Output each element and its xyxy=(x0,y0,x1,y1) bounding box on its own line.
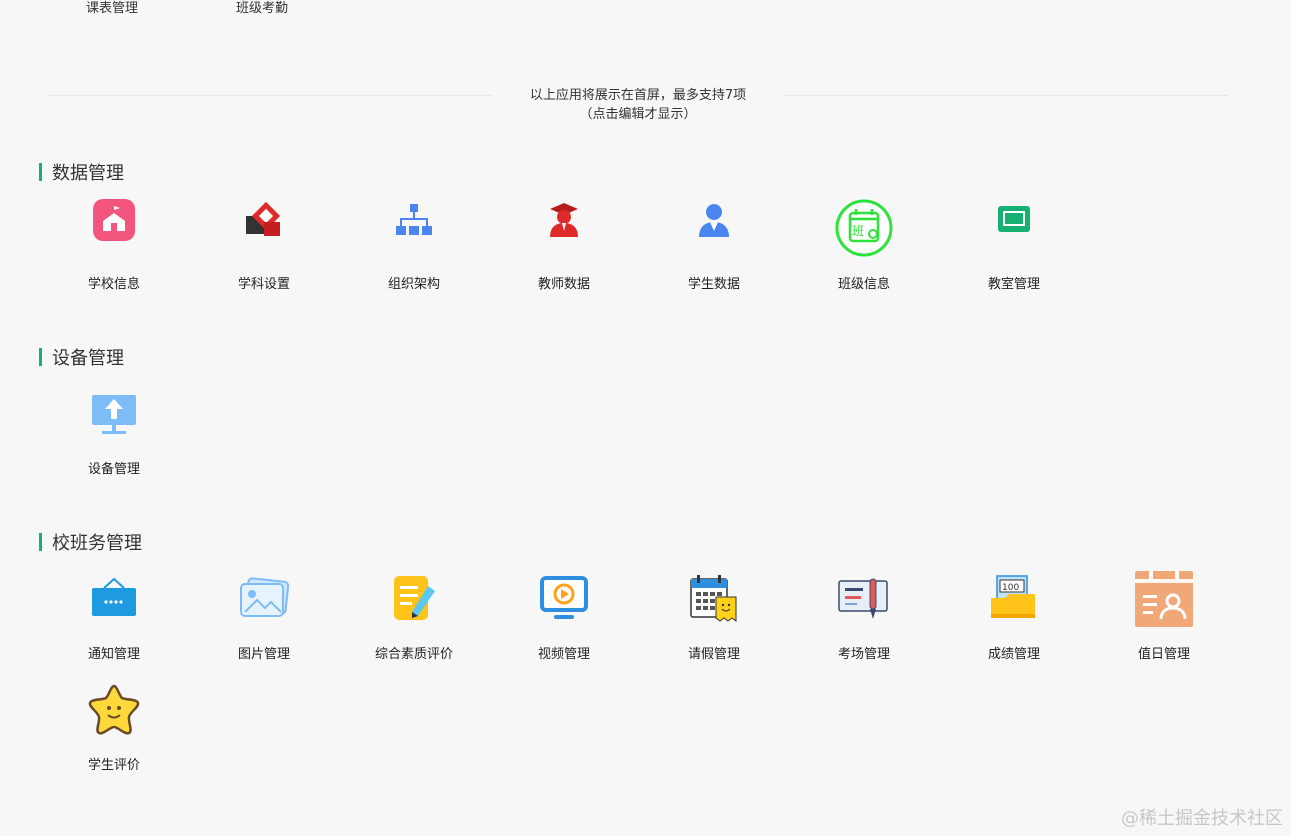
app-duty-management[interactable]: 值日管理 xyxy=(1089,568,1239,664)
app-label: 值日管理 xyxy=(1137,647,1190,662)
app-classroom-management[interactable]: 教室管理 xyxy=(939,190,1089,300)
svg-text:100: 100 xyxy=(1002,583,1019,593)
app-label: 视频管理 xyxy=(537,647,590,662)
app-score-management[interactable]: 100 成绩管理 xyxy=(939,568,1089,664)
app-student-data[interactable]: 学生数据 xyxy=(639,190,789,300)
app-label: 学生数据 xyxy=(687,277,740,292)
exam-card-icon xyxy=(834,568,894,628)
class-badge-icon: 班 xyxy=(834,198,894,258)
app-notice-management[interactable]: 通知管理 xyxy=(39,568,189,664)
student-icon xyxy=(684,190,744,250)
app-student-evaluation[interactable]: 学生评价 xyxy=(39,679,189,775)
score-folder-icon: 100 xyxy=(984,568,1044,628)
app-label: 组织架构 xyxy=(387,277,440,292)
app-label: 学生评价 xyxy=(87,758,140,773)
app-label: 教室管理 xyxy=(987,277,1040,292)
section-marker xyxy=(39,533,42,551)
app-label: 成绩管理 xyxy=(987,647,1040,662)
app-label-class-attendance[interactable]: 班级考勤 xyxy=(236,0,288,16)
app-device-management[interactable]: 设备管理 xyxy=(39,385,189,485)
notice-line-1: 以上应用将展示在首屏，最多支持7项 xyxy=(529,88,747,103)
app-class-info[interactable]: 班 班级信息 xyxy=(789,190,939,300)
subject-icon xyxy=(234,190,294,250)
section-title-text: 数据管理 xyxy=(52,163,124,184)
app-label-schedule[interactable]: 课表管理 xyxy=(86,0,138,16)
note-pencil-icon xyxy=(384,568,444,628)
app-leave-management[interactable]: 请假管理 xyxy=(639,568,789,664)
section-title-device: 设备管理 xyxy=(39,344,124,370)
duty-calendar-icon xyxy=(1134,568,1194,628)
org-chart-icon xyxy=(384,190,444,250)
app-label: 班级信息 xyxy=(837,277,890,292)
section-title-text: 校班务管理 xyxy=(52,533,142,554)
app-subject-settings[interactable]: 学科设置 xyxy=(189,190,339,300)
video-monitor-icon xyxy=(534,568,594,628)
divider-right xyxy=(785,95,1228,96)
app-exam-room-management[interactable]: 考场管理 xyxy=(789,568,939,664)
app-org-structure[interactable]: 组织架构 xyxy=(339,190,489,300)
app-label: 请假管理 xyxy=(687,647,740,662)
app-label: 学校信息 xyxy=(87,277,140,292)
app-label: 通知管理 xyxy=(87,647,140,662)
section-title-data: 数据管理 xyxy=(39,159,124,185)
app-label: 综合素质评价 xyxy=(374,647,453,662)
section-marker xyxy=(39,163,42,181)
star-smile-icon xyxy=(84,679,144,739)
calendar-leave-icon xyxy=(684,568,744,628)
classroom-board-icon xyxy=(984,190,1044,250)
monitor-upload-icon xyxy=(84,385,144,445)
app-video-management[interactable]: 视频管理 xyxy=(489,568,639,664)
notice-line-2: （点击编辑才显示） xyxy=(579,107,697,122)
app-label: 设备管理 xyxy=(87,462,140,477)
section-marker xyxy=(39,348,42,366)
app-school-info[interactable]: 学校信息 xyxy=(39,190,189,300)
app-label: 图片管理 xyxy=(237,647,290,662)
watermark: @稀土掘金技术社区 xyxy=(1121,808,1283,829)
divider-left xyxy=(47,95,491,96)
teacher-icon xyxy=(534,190,594,250)
section-title-text: 设备管理 xyxy=(52,348,124,369)
svg-text:班: 班 xyxy=(852,224,864,238)
app-label: 学科设置 xyxy=(237,277,290,292)
section-title-affairs: 校班务管理 xyxy=(39,529,142,555)
picture-icon xyxy=(234,568,294,628)
app-label: 教师数据 xyxy=(537,277,590,292)
app-label: 考场管理 xyxy=(837,647,890,662)
school-icon xyxy=(84,190,144,250)
app-teacher-data[interactable]: 教师数据 xyxy=(489,190,639,300)
app-picture-management[interactable]: 图片管理 xyxy=(189,568,339,664)
app-quality-evaluation[interactable]: 综合素质评价 xyxy=(339,568,489,664)
notice-board-icon xyxy=(84,568,144,628)
